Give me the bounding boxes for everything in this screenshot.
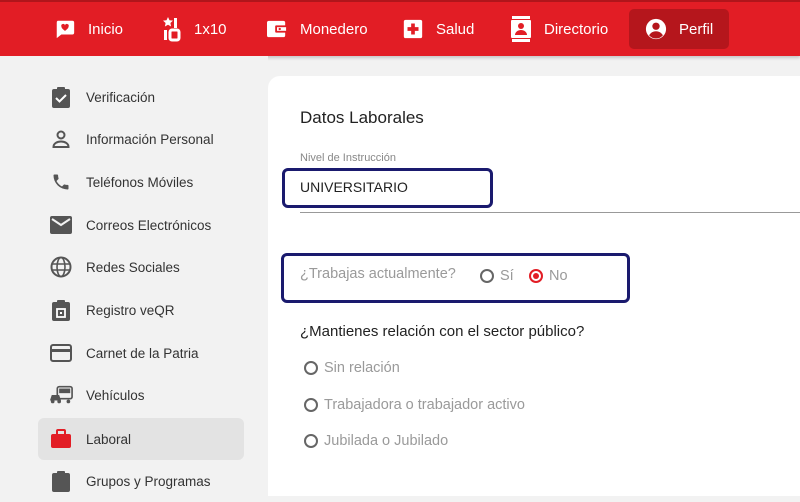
public-radio-sin-relacion[interactable]: Sin relación xyxy=(304,360,400,376)
qr-clipboard-icon xyxy=(49,298,73,322)
chat-heart-icon xyxy=(54,18,76,40)
nav-directorio[interactable]: Directorio xyxy=(510,9,608,49)
top-navigation-bar: Inicio 1x10 Monedero Salud Directorio Pe… xyxy=(0,0,800,56)
public-radio-trabajador-activo[interactable]: Trabajadora o trabajador activo xyxy=(304,397,525,413)
radio-label: Jubilada o Jubilado xyxy=(324,433,449,449)
clipboard-check-icon xyxy=(49,85,73,109)
sidebar-item-label: Grupos y Programas xyxy=(86,473,211,489)
sidebar-item-informacion-personal[interactable]: Información Personal xyxy=(38,118,244,160)
person-icon xyxy=(49,127,73,151)
nav-salud-label: Salud xyxy=(436,20,475,38)
sidebar-item-label: Vehículos xyxy=(86,387,145,403)
nav-inicio[interactable]: Inicio xyxy=(54,9,123,49)
account-circle-icon xyxy=(645,18,667,40)
vehicles-icon xyxy=(49,383,73,407)
sidebar-item-carnet[interactable]: Carnet de la Patria xyxy=(38,332,244,374)
public-radio-jubilado[interactable]: Jubilada o Jubilado xyxy=(304,433,448,449)
globe-icon xyxy=(49,255,73,279)
radio-label: Sin relación xyxy=(324,360,400,376)
sidebar-item-label: Teléfonos Móviles xyxy=(86,174,194,190)
sidebar-item-label: Laboral xyxy=(86,431,132,447)
phone-icon xyxy=(49,170,73,194)
sidebar-item-label: Verificación xyxy=(86,89,156,105)
briefcase-icon xyxy=(49,427,73,451)
sidebar-item-verificacion[interactable]: Verificación xyxy=(38,76,244,118)
nav-perfil-label: Perfil xyxy=(679,20,714,38)
radio-circle xyxy=(304,434,318,448)
radio-circle xyxy=(304,398,318,412)
radio-label: Trabajadora o trabajador activo xyxy=(324,397,525,413)
sidebar-item-laboral[interactable]: Laboral xyxy=(38,418,244,460)
nav-1x10[interactable]: 1x10 xyxy=(162,9,227,49)
sidebar-item-redes-sociales[interactable]: Redes Sociales xyxy=(38,246,244,288)
nav-monedero[interactable]: Monedero xyxy=(266,9,368,49)
sidebar-item-vehiculos[interactable]: Vehículos xyxy=(38,374,244,416)
instruction-highlight-box xyxy=(282,168,493,208)
sidebar-item-label: Carnet de la Patria xyxy=(86,345,199,361)
sidebar-item-grupos[interactable]: Grupos y Programas xyxy=(38,460,244,502)
main-card: Datos Laborales Nivel de Instrucción UNI… xyxy=(268,76,800,496)
sidebar: Verificación Información Personal Teléfo… xyxy=(0,56,268,492)
medical-cross-icon xyxy=(402,18,424,40)
sidebar-item-label: Registro veQR xyxy=(86,302,175,318)
public-question: ¿Mantienes relación con el sector públic… xyxy=(300,323,585,340)
works-highlight-box xyxy=(281,253,630,303)
nav-perfil[interactable]: Perfil xyxy=(629,9,730,49)
contact-book-icon xyxy=(510,16,532,42)
group-icon xyxy=(49,469,73,493)
sidebar-item-registro-veqr[interactable]: Registro veQR xyxy=(38,289,244,331)
wallet-icon xyxy=(266,19,288,39)
sidebar-item-label: Correos Electrónicos xyxy=(86,217,212,233)
card-icon xyxy=(49,341,73,365)
sidebar-item-label: Información Personal xyxy=(86,131,214,147)
section-title: Datos Laborales xyxy=(300,108,424,127)
nav-1x10-label: 1x10 xyxy=(194,20,227,38)
nav-directorio-label: Directorio xyxy=(544,20,609,38)
sidebar-item-correos[interactable]: Correos Electrónicos xyxy=(38,204,244,246)
sidebar-item-label: Redes Sociales xyxy=(86,259,180,275)
instruction-label: Nivel de Instrucción xyxy=(300,152,396,164)
mail-icon xyxy=(49,213,73,237)
nav-inicio-label: Inicio xyxy=(88,20,124,38)
sidebar-item-telefonos[interactable]: Teléfonos Móviles xyxy=(38,161,244,203)
nav-salud[interactable]: Salud xyxy=(402,9,474,49)
radio-circle xyxy=(304,361,318,375)
instruction-underline xyxy=(300,212,800,213)
star-ten-icon xyxy=(162,16,182,42)
nav-monedero-label: Monedero xyxy=(300,20,368,38)
